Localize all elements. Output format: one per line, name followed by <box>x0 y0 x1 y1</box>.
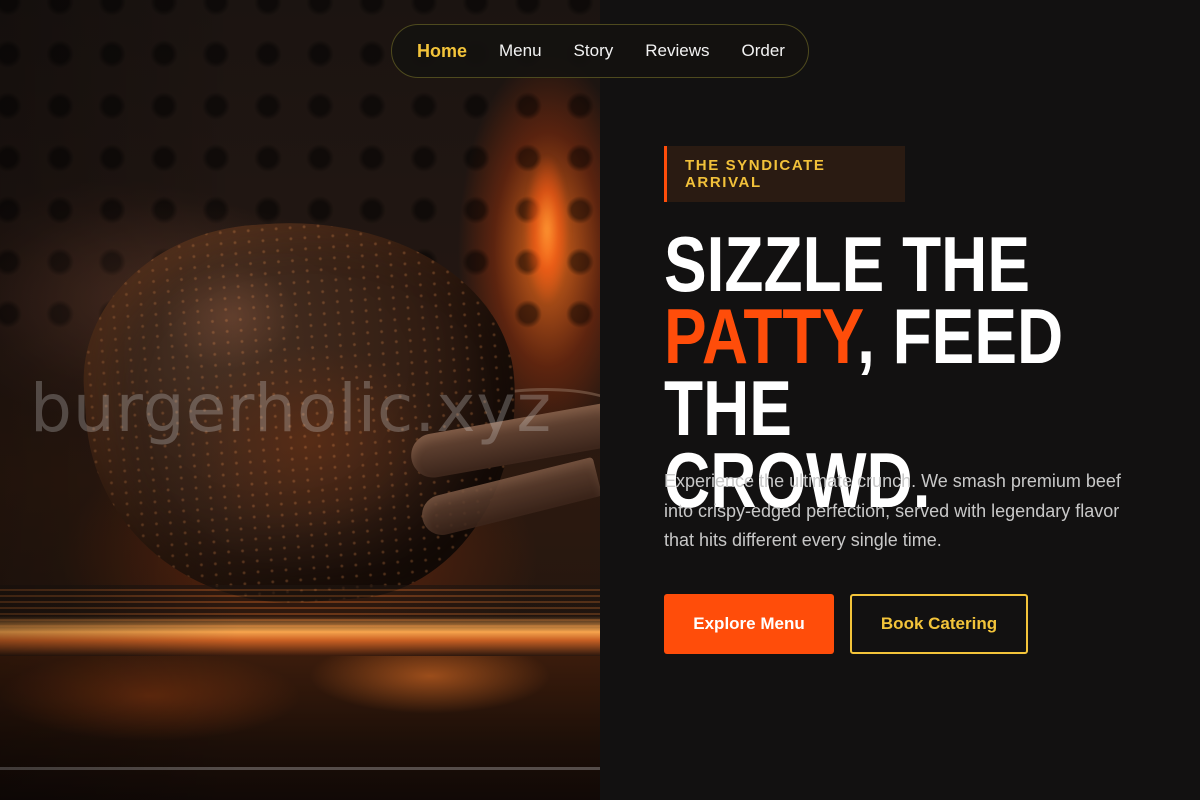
nav-item-story[interactable]: Story <box>574 41 614 61</box>
eyebrow-text: THE SYNDICATE ARRIVAL <box>685 157 826 191</box>
nav-item-order[interactable]: Order <box>741 41 784 61</box>
main-nav: Home Menu Story Reviews Order <box>391 24 809 78</box>
nav-item-reviews[interactable]: Reviews <box>645 41 709 61</box>
eyebrow-tag: THE SYNDICATE ARRIVAL <box>664 146 905 202</box>
explore-menu-button[interactable]: Explore Menu <box>664 594 834 654</box>
book-catering-button[interactable]: Book Catering <box>850 594 1028 654</box>
hero-image: burgerholic.xyz <box>0 0 600 800</box>
hero-description: Experience the ultimate crunch. We smash… <box>664 471 1121 550</box>
watermark: burgerholic.xyz <box>30 370 553 447</box>
nav-item-home[interactable]: Home <box>417 41 467 62</box>
nav-item-menu[interactable]: Menu <box>499 41 542 61</box>
